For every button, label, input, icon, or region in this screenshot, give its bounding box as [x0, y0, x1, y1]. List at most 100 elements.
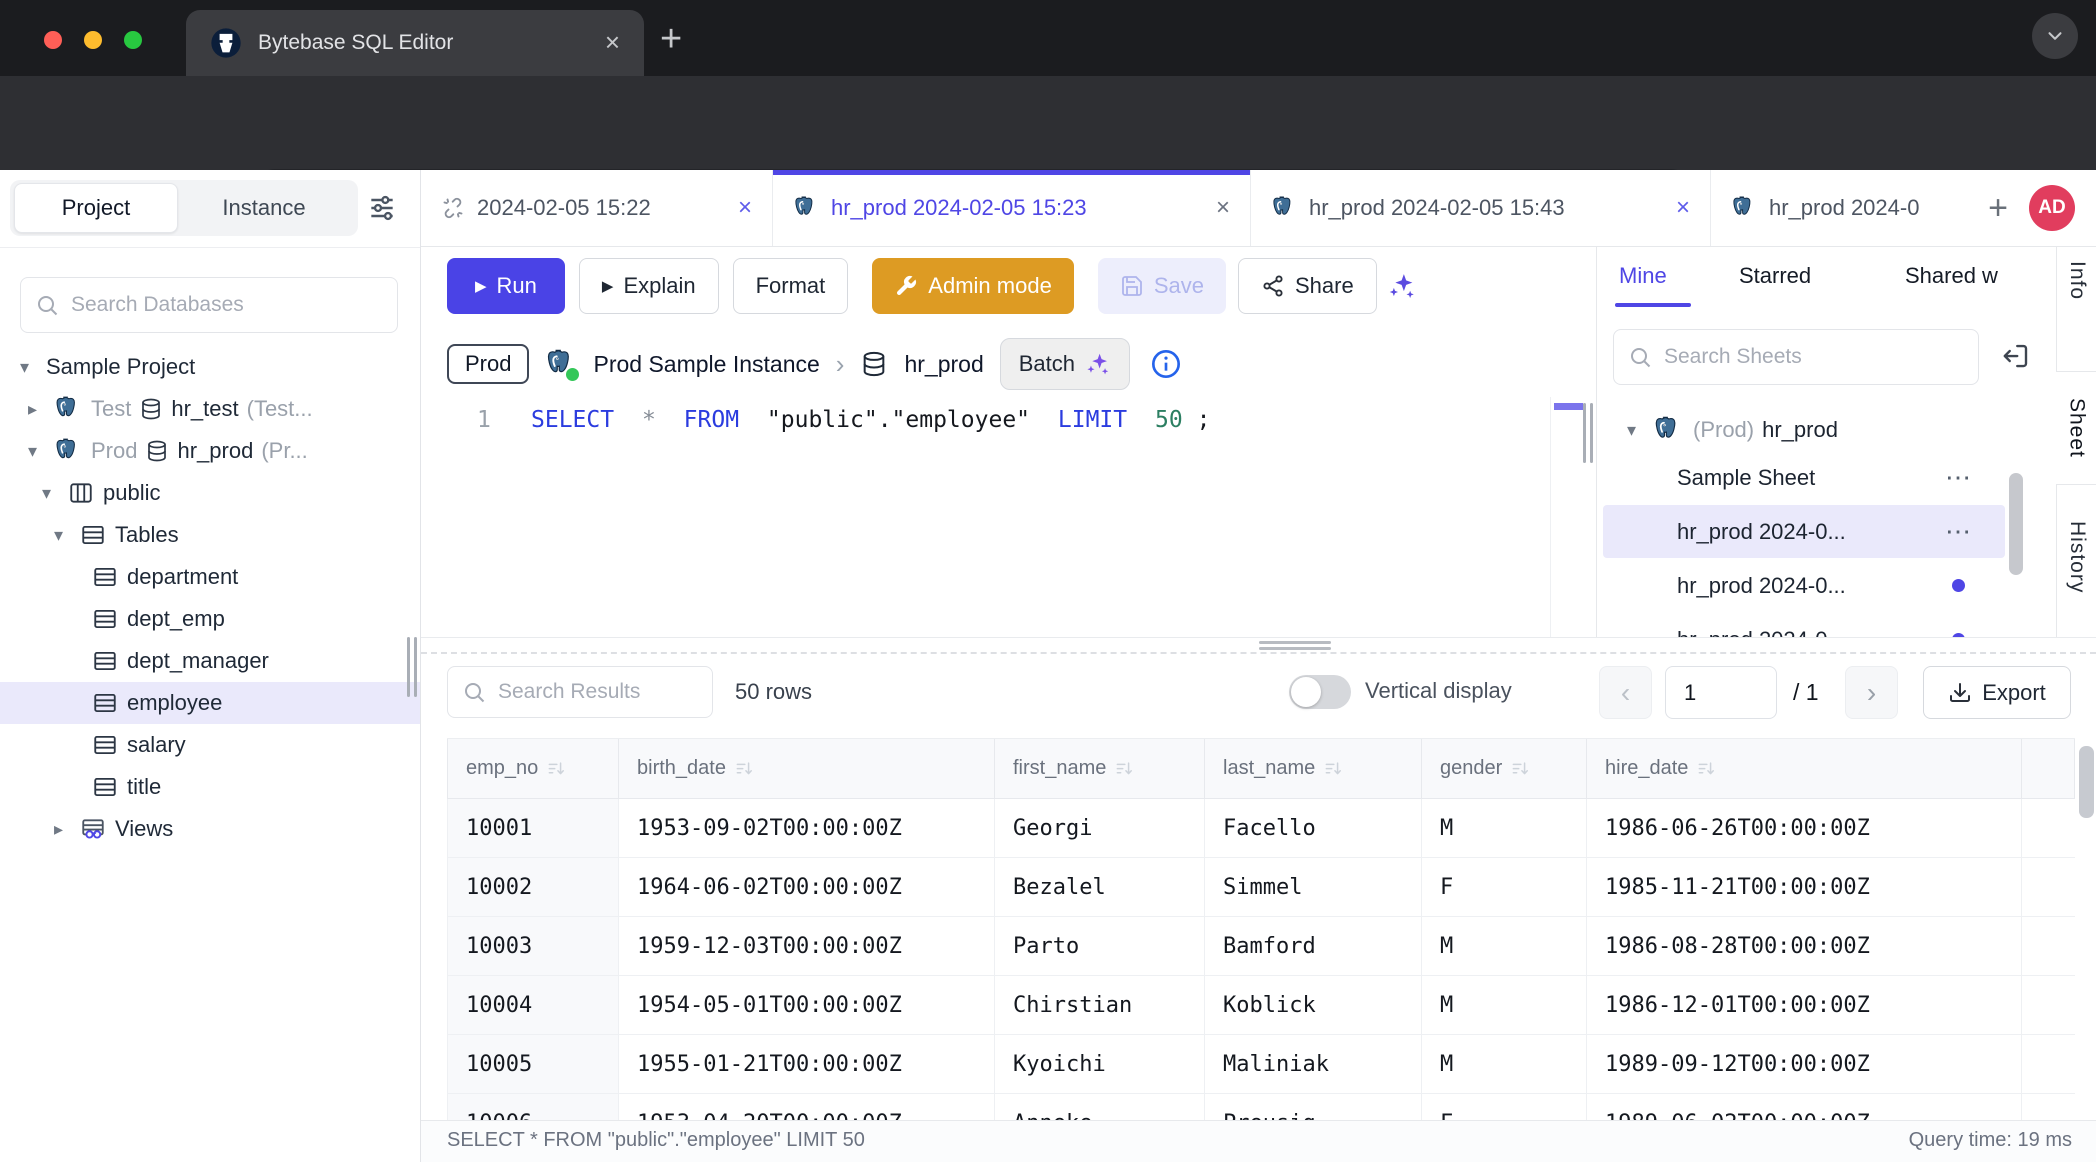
tree-item-table-dept-manager[interactable]: dept_manager [0, 640, 420, 682]
tab-info[interactable]: Info [2065, 261, 2089, 300]
tree-item-table-employee[interactable]: employee [0, 682, 420, 724]
cell[interactable]: 1959-12-03T00:00:00Z [619, 917, 995, 975]
cell[interactable]: 1953-04-20T00:00:00Z [619, 1094, 995, 1120]
results-search-input[interactable] [496, 679, 698, 705]
share-button[interactable]: Share [1238, 258, 1377, 314]
cell[interactable]: 1953-09-02T00:00:00Z [619, 799, 995, 857]
cell[interactable]: F [1422, 1094, 1587, 1120]
cell[interactable]: 1989-06-02T00:00:00Z [1587, 1094, 2022, 1120]
cell[interactable]: Maliniak [1205, 1035, 1422, 1093]
cell[interactable]: 1986-12-01T00:00:00Z [1587, 976, 2022, 1034]
tree-item-tables[interactable]: ▾ Tables [0, 514, 420, 556]
browser-tab[interactable]: Bytebase SQL Editor × [186, 10, 644, 76]
tab-sheet-active[interactable]: Sheet [2056, 371, 2096, 485]
cell[interactable]: Simmel [1205, 858, 1422, 916]
cell[interactable]: Koblick [1205, 976, 1422, 1034]
cell[interactable]: 1954-05-01T00:00:00Z [619, 976, 995, 1034]
caret-down-icon[interactable]: ▾ [28, 441, 54, 462]
close-icon[interactable]: × [1216, 194, 1230, 222]
batch-button[interactable]: Batch [1000, 338, 1130, 390]
database-search-input[interactable] [69, 292, 383, 318]
cell[interactable]: Georgi [995, 799, 1205, 857]
sort-icon[interactable] [1510, 759, 1530, 779]
column-header[interactable]: emp_no [447, 739, 619, 798]
ai-assistant-button[interactable] [1387, 271, 1417, 301]
cell[interactable]: 1986-08-28T00:00:00Z [1587, 917, 2022, 975]
more-menu-icon[interactable]: ⋯ [1945, 516, 1971, 547]
more-menu-icon[interactable]: ⋯ [1945, 462, 1971, 493]
tab-close-icon[interactable]: × [605, 10, 620, 74]
sheet-search[interactable] [1613, 329, 1979, 385]
cell[interactable]: M [1422, 917, 1587, 975]
vertical-display-toggle[interactable] [1289, 675, 1351, 709]
cell[interactable]: 1985-11-21T00:00:00Z [1587, 858, 2022, 916]
filter-button[interactable] [366, 192, 398, 224]
tab-project[interactable]: Project [14, 183, 178, 233]
caret-down-icon[interactable]: ▾ [1627, 420, 1653, 441]
results-resize-divider[interactable] [421, 637, 2096, 652]
caret-down-icon[interactable]: ▾ [42, 483, 68, 504]
cell[interactable]: 1964-06-02T00:00:00Z [619, 858, 995, 916]
tab-shared[interactable]: Shared w [1905, 263, 1998, 289]
cell[interactable]: Facello [1205, 799, 1422, 857]
tab-history[interactable]: History [2065, 521, 2089, 593]
tree-item-table-salary[interactable]: salary [0, 724, 420, 766]
new-tab-button[interactable]: + [660, 12, 682, 66]
tree-item-hr-test[interactable]: ▸ Test hr_test (Test... [0, 388, 420, 430]
cell[interactable]: 1989-09-12T00:00:00Z [1587, 1035, 2022, 1093]
sql-code-line[interactable]: SELECT * FROM "public"."employee" LIMIT … [531, 407, 1210, 433]
sort-icon[interactable] [734, 759, 754, 779]
tree-item-table-dept-emp[interactable]: dept_emp [0, 598, 420, 640]
caret-right-icon[interactable]: ▸ [28, 399, 54, 420]
save-button[interactable]: Save [1098, 258, 1226, 314]
add-sheet-button[interactable]: + [1979, 189, 2017, 228]
tab-instance[interactable]: Instance [178, 195, 350, 221]
cell[interactable]: Bezalel [995, 858, 1205, 916]
table-row[interactable]: 10004 1954-05-01T00:00:00Z Chirstian Kob… [447, 976, 2075, 1035]
format-button[interactable]: Format [733, 258, 849, 314]
sheet-item[interactable]: hr_prod 2024-0... [1603, 613, 2005, 637]
user-avatar[interactable]: AD [2029, 185, 2075, 231]
table-row[interactable]: 10002 1964-06-02T00:00:00Z Bezalel Simme… [447, 858, 2075, 917]
cell[interactable]: 1986-06-26T00:00:00Z [1587, 799, 2022, 857]
mac-maximize-button[interactable] [124, 31, 142, 49]
sheet-tab[interactable]: hr_prod 2024-0 [1711, 170, 1973, 246]
cell[interactable]: M [1422, 799, 1587, 857]
table-row[interactable]: 10006 1953-04-20T00:00:00Z Anneke Preusi… [447, 1094, 2075, 1120]
tree-item-table-title[interactable]: title [0, 766, 420, 808]
sheet-tab-active[interactable]: hr_prod 2024-02-05 15:23 × [773, 170, 1251, 246]
results-search[interactable] [447, 666, 713, 718]
sheet-list-scrollbar[interactable] [2009, 473, 2023, 575]
cell[interactable]: Anneke [995, 1094, 1205, 1120]
cell[interactable]: 10006 [447, 1094, 619, 1120]
sheet-tab[interactable]: 2024-02-05 15:22 × [421, 170, 773, 246]
table-row[interactable]: 10005 1955-01-21T00:00:00Z Kyoichi Malin… [447, 1035, 2075, 1094]
tab-starred[interactable]: Starred [1739, 263, 1811, 289]
sheet-item[interactable]: hr_prod 2024-0... [1603, 559, 2005, 612]
export-button[interactable]: Export [1923, 666, 2071, 719]
column-header[interactable]: first_name [995, 739, 1205, 798]
cell[interactable]: Chirstian [995, 976, 1205, 1034]
cell[interactable]: 1955-01-21T00:00:00Z [619, 1035, 995, 1093]
cell[interactable]: 10005 [447, 1035, 619, 1093]
tree-item-schema-public[interactable]: ▾ public [0, 472, 420, 514]
cell[interactable]: Kyoichi [995, 1035, 1205, 1093]
column-header[interactable]: last_name [1205, 739, 1422, 798]
tab-mine[interactable]: Mine [1619, 263, 1667, 289]
page-number-input[interactable] [1665, 666, 1777, 719]
editor-scrollbar[interactable] [1550, 397, 1585, 637]
cell[interactable]: Preusig [1205, 1094, 1422, 1120]
query-info-button[interactable] [1150, 348, 1182, 380]
cell[interactable]: 10001 [447, 799, 619, 857]
cell[interactable]: Bamford [1205, 917, 1422, 975]
sort-icon[interactable] [1696, 759, 1716, 779]
run-button[interactable]: ▶ Run [447, 258, 565, 314]
cell[interactable]: 10002 [447, 858, 619, 916]
sheet-group-row[interactable]: ▾ (Prod) hr_prod [1597, 407, 2056, 453]
caret-right-icon[interactable]: ▸ [54, 819, 80, 840]
tab-overview-button[interactable] [2032, 13, 2078, 59]
cell[interactable]: 10003 [447, 917, 619, 975]
tree-item-views[interactable]: ▸ Views [0, 808, 420, 850]
mac-close-button[interactable] [44, 31, 62, 49]
instance-name[interactable]: Prod Sample Instance [593, 351, 819, 378]
